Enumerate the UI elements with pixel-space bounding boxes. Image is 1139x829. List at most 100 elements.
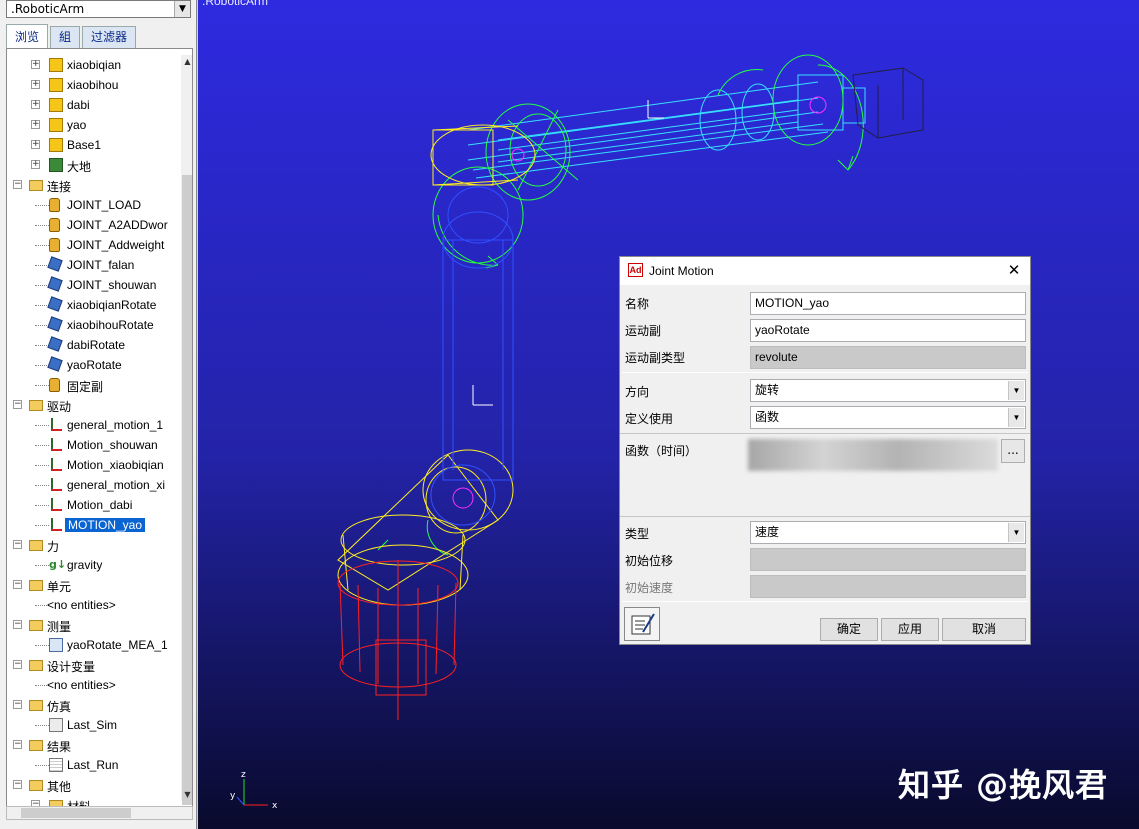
- chevron-down-icon[interactable]: ▼: [1008, 408, 1024, 427]
- direction-value: 旋转: [755, 383, 780, 397]
- tree-item-row[interactable]: JOINT_A2ADDwor: [7, 215, 175, 235]
- joint-label: 运动副: [625, 324, 662, 338]
- joint-motion-dialog: Ad Joint Motion ✕ 名称 MOTION_yao 运动副 yaoR…: [619, 256, 1031, 645]
- joint-icon: [47, 356, 63, 372]
- folder-icon: [29, 740, 43, 751]
- scroll-down-icon[interactable]: ▼: [181, 788, 192, 801]
- chevron-down-icon[interactable]: ▼: [1008, 523, 1024, 542]
- define-by-value: 函数: [755, 410, 780, 424]
- define-by-select[interactable]: 函数 ▼: [750, 406, 1026, 429]
- tree-folder-row[interactable]: − 结果: [7, 735, 175, 755]
- name-field[interactable]: MOTION_yao: [750, 292, 1026, 315]
- expand-icon[interactable]: +: [31, 80, 40, 89]
- tree-folder-row[interactable]: − 力: [7, 535, 175, 555]
- tree-horizontal-scrollbar[interactable]: [6, 806, 193, 820]
- tree-item-row[interactable]: Last_Run: [7, 755, 175, 775]
- function-builder-button[interactable]: ...: [1001, 439, 1025, 463]
- tree-item-row[interactable]: + 大地: [7, 155, 175, 175]
- motion-icon: [49, 458, 63, 472]
- expand-icon[interactable]: +: [31, 100, 40, 109]
- tree-item-row[interactable]: general_motion_xi: [7, 475, 175, 495]
- tree-item-row[interactable]: dabiRotate: [7, 335, 175, 355]
- tree-folder-row[interactable]: − 驱动: [7, 395, 175, 415]
- joint-field[interactable]: yaoRotate: [750, 319, 1026, 342]
- expand-icon[interactable]: +: [31, 160, 40, 169]
- tree-item-row[interactable]: <no entities>: [7, 595, 175, 615]
- tree-item-row[interactable]: g↓ gravity: [7, 555, 175, 575]
- init-disp-label: 初始位移: [625, 554, 674, 568]
- collapse-icon[interactable]: −: [13, 180, 22, 189]
- function-area: 函数（时间） ...: [620, 433, 1030, 517]
- tree-item-label: JOINT_Addweight: [67, 238, 165, 252]
- tree-item-row[interactable]: + Base1: [7, 135, 175, 155]
- model-select[interactable]: .RoboticArm ▼: [6, 0, 191, 18]
- init-disp-field[interactable]: [750, 548, 1026, 571]
- hscroll-thumb[interactable]: [21, 808, 131, 818]
- axis-z-label: z: [241, 770, 246, 780]
- tab-browse[interactable]: 浏览: [6, 24, 49, 48]
- collapse-icon[interactable]: −: [13, 700, 22, 709]
- tab-groups[interactable]: 組: [50, 26, 81, 48]
- axis-y-label: y: [230, 791, 236, 801]
- tree-item-row[interactable]: + dabi: [7, 95, 175, 115]
- expand-icon[interactable]: +: [31, 120, 40, 129]
- tree-item-row[interactable]: + xiaobihou: [7, 75, 175, 95]
- notes-button[interactable]: [624, 607, 660, 641]
- tree-folder-row[interactable]: − 设计变量: [7, 655, 175, 675]
- apply-button[interactable]: 应用: [881, 618, 939, 641]
- collapse-icon[interactable]: −: [13, 620, 22, 629]
- tree-folder-row[interactable]: − 单元: [7, 575, 175, 595]
- tree-vertical-scrollbar[interactable]: ▲ ▼: [181, 55, 192, 805]
- tree-item-row[interactable]: general_motion_1: [7, 415, 175, 435]
- collapse-icon[interactable]: −: [13, 780, 22, 789]
- tree-folder-row[interactable]: − 仿真: [7, 695, 175, 715]
- tree-item-row[interactable]: 固定副: [7, 375, 175, 395]
- tree-item-row[interactable]: Motion_xiaobiqian: [7, 455, 175, 475]
- expand-icon[interactable]: +: [31, 140, 40, 149]
- dialog-titlebar[interactable]: Ad Joint Motion ✕: [620, 257, 1030, 285]
- tree-item-row[interactable]: JOINT_falan: [7, 255, 175, 275]
- tree-item-row[interactable]: + yao: [7, 115, 175, 135]
- meas-icon: [49, 638, 63, 652]
- init-vel-field: [750, 575, 1026, 598]
- define-by-label: 定义使用: [625, 412, 674, 426]
- joint-icon: [47, 276, 63, 292]
- tree-item-row[interactable]: <no entities>: [7, 675, 175, 695]
- ok-button[interactable]: 确定: [820, 618, 878, 641]
- close-icon[interactable]: ✕: [1004, 260, 1024, 280]
- collapse-icon[interactable]: −: [13, 400, 22, 409]
- tree-item-row[interactable]: yaoRotate: [7, 355, 175, 375]
- folder-icon: [29, 400, 43, 411]
- tree-folder-row[interactable]: − 测量: [7, 615, 175, 635]
- chevron-down-icon[interactable]: ▼: [1008, 381, 1024, 400]
- chevron-down-icon[interactable]: ▼: [174, 1, 190, 17]
- tree-item-label: dabiRotate: [67, 338, 126, 352]
- collapse-icon[interactable]: −: [13, 540, 22, 549]
- expand-icon[interactable]: +: [31, 60, 40, 69]
- tree-item-row[interactable]: MOTION_yao: [7, 515, 175, 535]
- function-expression-field[interactable]: [748, 439, 998, 471]
- tree-item-row[interactable]: xiaobiqianRotate: [7, 295, 175, 315]
- tree-item-row[interactable]: JOINT_shouwan: [7, 275, 175, 295]
- tab-filters[interactable]: 过滤器: [82, 26, 137, 48]
- collapse-icon[interactable]: −: [13, 660, 22, 669]
- tree-item-row[interactable]: JOINT_LOAD: [7, 195, 175, 215]
- direction-select[interactable]: 旋转 ▼: [750, 379, 1026, 402]
- tree-item-row[interactable]: xiaobihouRotate: [7, 315, 175, 335]
- tree-item-row[interactable]: yaoRotate_MEA_1: [7, 635, 175, 655]
- scroll-up-icon[interactable]: ▲: [181, 55, 192, 68]
- tree-folder-row[interactable]: − 连接: [7, 175, 175, 195]
- tree-item-row[interactable]: JOINT_Addweight: [7, 235, 175, 255]
- scroll-thumb[interactable]: [182, 175, 192, 805]
- tree-item-row[interactable]: Motion_dabi: [7, 495, 175, 515]
- tree-item-row[interactable]: + xiaobiqian: [7, 55, 175, 75]
- collapse-icon[interactable]: −: [13, 580, 22, 589]
- cancel-button[interactable]: 取消: [942, 618, 1026, 641]
- tree-item-row[interactable]: Motion_shouwan: [7, 435, 175, 455]
- tree-item-label: 设计变量: [47, 660, 96, 674]
- tree-item-label: xiaobihou: [67, 78, 119, 92]
- type-select[interactable]: 速度 ▼: [750, 521, 1026, 544]
- tree-item-row[interactable]: Last_Sim: [7, 715, 175, 735]
- collapse-icon[interactable]: −: [13, 740, 22, 749]
- tree-folder-row[interactable]: − 其他: [7, 775, 175, 795]
